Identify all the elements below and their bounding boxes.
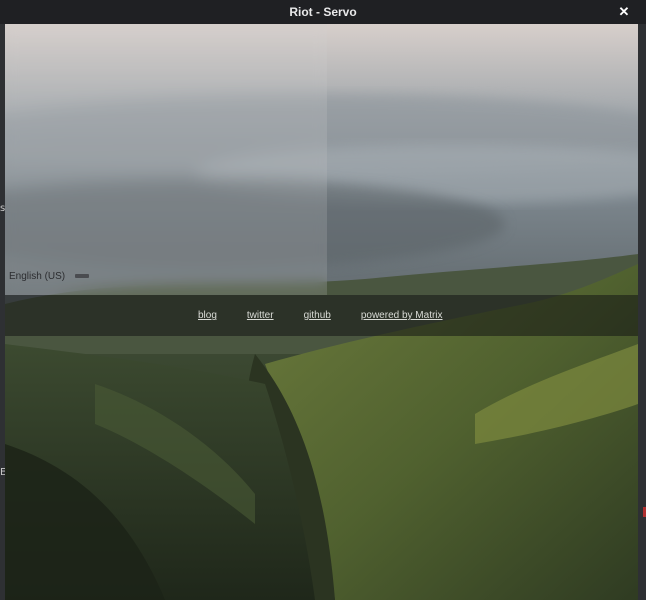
window-title: Riot - Servo [289,5,357,19]
window-titlebar[interactable]: Riot - Servo ✕ [0,0,646,24]
dropdown-caret-icon[interactable] [75,274,90,278]
login-panel: English (US) [5,24,327,295]
language-label[interactable]: English (US) [9,271,65,282]
twitter-link[interactable]: twitter [247,310,274,321]
github-link[interactable]: github [304,310,331,321]
background-window-right [638,8,646,600]
footer-links: blog twitter github powered by Matrix [198,295,443,336]
close-icon[interactable]: ✕ [616,4,632,20]
footer-bar: blog twitter github powered by Matrix [5,295,638,336]
screen: s E Riot - Servo ✕ English (US) blog twi… [0,0,646,600]
blog-link[interactable]: blog [198,310,217,321]
powered-by-matrix-link[interactable]: powered by Matrix [361,310,443,321]
browser-content: English (US) blog twitter github powered… [5,24,638,600]
language-selector[interactable]: English (US) [9,268,90,284]
